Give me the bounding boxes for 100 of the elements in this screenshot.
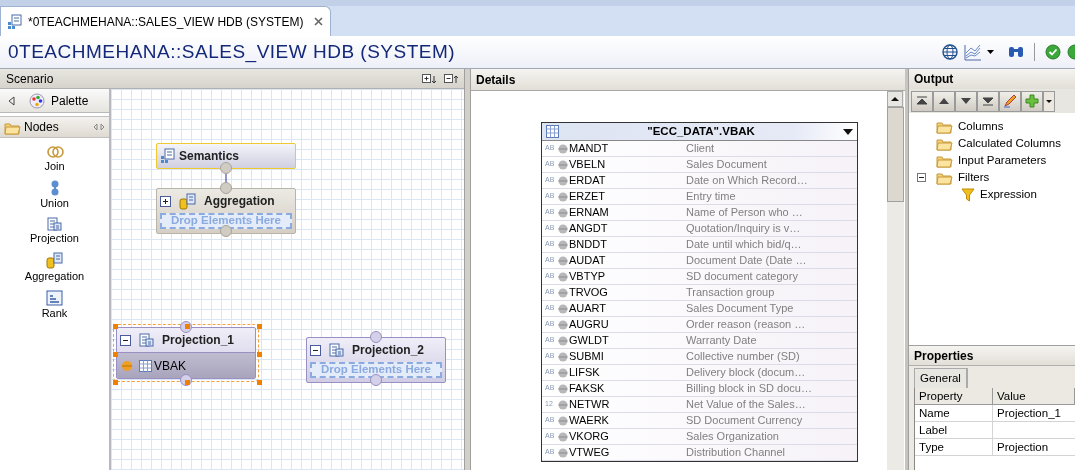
node-title: Projection_1: [162, 332, 235, 349]
edit-button[interactable]: [999, 90, 1021, 112]
aggregation-icon: [179, 192, 196, 210]
move-top-button[interactable]: [911, 90, 933, 112]
column-name: ERZET: [568, 189, 607, 205]
move-down-button[interactable]: [955, 90, 977, 112]
palette-item[interactable]: Union: [40, 180, 69, 210]
palette-item[interactable]: Projection: [30, 217, 79, 245]
add-menu-button[interactable]: [1043, 90, 1055, 112]
view-icon: [7, 13, 22, 30]
resize-handle: [113, 324, 118, 329]
node-title: Aggregation: [204, 193, 275, 210]
column-name: MANDT: [568, 141, 610, 157]
palette-icon: [29, 92, 45, 109]
property-value: Projection_1: [996, 406, 1062, 421]
projection-icon: [47, 217, 62, 231]
expand-toggle[interactable]: [160, 195, 171, 207]
property-name: Label: [915, 422, 993, 438]
property-name: Type: [915, 439, 993, 455]
move-bottom-button[interactable]: [977, 90, 999, 112]
editor-title: 0TEACHMEHANA::SALES_VIEW HDB (SYSTEM): [8, 39, 456, 65]
circle-icon: [558, 175, 568, 186]
dropdown-icon: [843, 128, 853, 135]
collapse-toggle[interactable]: [120, 334, 131, 346]
table-title: "ECC_DATA".VBAK: [646, 123, 756, 139]
funnel-icon: [961, 187, 975, 202]
connector-handle: [220, 182, 232, 194]
properties-tab[interactable]: General: [914, 368, 968, 388]
line-chart-icon: [964, 43, 981, 61]
tree-item[interactable]: Columns: [936, 117, 1004, 136]
collapse-toggle[interactable]: [310, 344, 321, 356]
resize-handle: [257, 380, 262, 385]
resize-handle: [185, 324, 190, 329]
dropdown-icon: [987, 50, 994, 54]
palette-item[interactable]: Join: [44, 145, 65, 173]
minus-icon: [917, 173, 926, 182]
palette-header[interactable]: Palette: [0, 89, 109, 113]
column-description: Order reason (reason …: [686, 317, 806, 333]
column-name: AUDAT: [568, 253, 607, 269]
column-description: Document Date (Date …: [686, 253, 807, 269]
column-description: Sales Organization: [686, 429, 779, 445]
close-icon: [313, 16, 325, 27]
column-description: Client: [686, 141, 715, 157]
tree-item[interactable]: Calculated Columns: [936, 134, 1061, 153]
column-name: VBELN: [568, 157, 607, 173]
projection-node[interactable]: Projection_1 VBAK: [116, 327, 256, 379]
dropdown-icon: [1046, 99, 1052, 103]
semantics-node[interactable]: Semantics: [156, 143, 296, 169]
tree-item[interactable]: Expression: [961, 185, 1037, 204]
column-name: ERNAM: [568, 205, 610, 221]
column-description: Name of Person who …: [686, 205, 803, 221]
expand-all-button[interactable]: [422, 73, 436, 84]
circle-icon: [558, 399, 568, 410]
rings-icon: [45, 145, 64, 159]
rank-icon: [46, 290, 63, 306]
check-icon: [1045, 44, 1061, 60]
projection-node[interactable]: Projection_2 Drop Elements Here: [306, 337, 446, 383]
column-description: Distribution Channel: [686, 445, 786, 461]
column-name: GWLDT: [568, 333, 610, 349]
globe-icon: [942, 44, 958, 60]
circle-icon: [558, 447, 568, 458]
nodes-drawer[interactable]: Nodes: [0, 116, 109, 138]
circle-icon: [558, 351, 568, 362]
palette-item[interactable]: Rank: [41, 290, 68, 320]
circle-icon: [558, 303, 568, 314]
folder-icon: [936, 119, 953, 134]
column-name: NETWR: [568, 397, 611, 413]
column-description: Quotation/Inquiry is v…: [686, 221, 801, 237]
table-menu-button[interactable]: [843, 128, 853, 135]
tree-item[interactable]: Input Parameters: [936, 151, 1047, 170]
editor-tab[interactable]: *0TEACHMEHANA::SALES_VIEW HDB (SYSTEM): [0, 6, 332, 36]
view-icon: [160, 148, 175, 164]
collapse-toggle[interactable]: [917, 173, 926, 182]
minus-icon: [310, 344, 321, 356]
folder-icon: [936, 153, 953, 168]
plus-icon: [160, 195, 171, 207]
tree-item[interactable]: Filters: [936, 168, 990, 187]
move-up-button[interactable]: [933, 90, 955, 112]
property-name: Name: [915, 405, 993, 421]
palette-item[interactable]: Aggregation: [24, 252, 85, 283]
aggregation-node[interactable]: Aggregation Drop Elements Here: [156, 188, 296, 234]
dot-icon: [121, 359, 133, 372]
column-name: ERDAT: [568, 173, 607, 189]
circle-icon: [558, 367, 568, 378]
column-name: SUBMI: [568, 349, 605, 365]
resize-handle: [113, 352, 118, 357]
column-description: Transaction group: [686, 285, 775, 301]
column-description: Billing block in SD docu…: [686, 381, 812, 397]
input-table-name: VBAK: [154, 357, 186, 375]
arrows-icon: [93, 123, 105, 131]
collapse-icon: [8, 95, 15, 106]
folder-icon: [936, 170, 953, 185]
circle-icon: [558, 383, 568, 394]
scrollbar[interactable]: [887, 91, 904, 470]
column-description: Collective number (SD): [686, 349, 800, 365]
circle-icon: [558, 271, 568, 282]
circle-icon: [558, 319, 568, 330]
connector-handle: [370, 331, 382, 343]
collapse-all-button[interactable]: [444, 73, 458, 84]
panel-title: Details: [476, 71, 516, 89]
